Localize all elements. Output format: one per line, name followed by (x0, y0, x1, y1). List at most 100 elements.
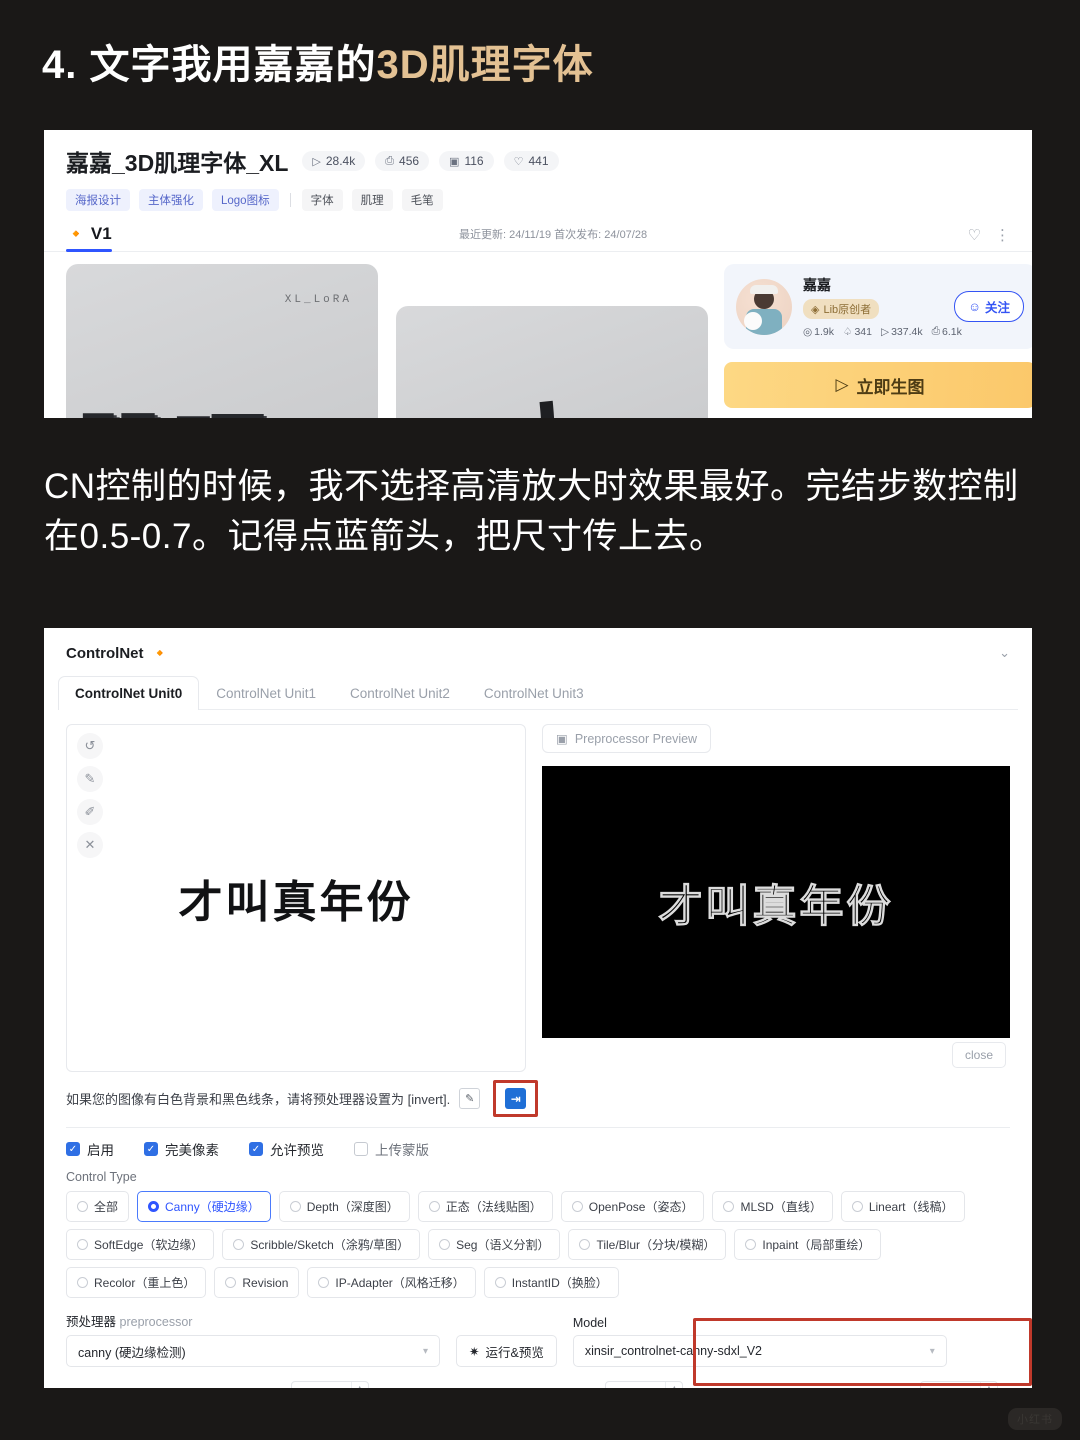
starting-step-label: 起始步数 Starting Control Step (381, 1385, 551, 1389)
control-type-mlsd[interactable]: MLSD（直线） (712, 1191, 833, 1222)
favorite-icon[interactable]: ♡ (968, 226, 981, 244)
starting-step-top: 起始步数 Starting Control Step 0 ▲▼ (381, 1381, 684, 1388)
control-type-openpose[interactable]: OpenPose（姿态） (560, 1191, 705, 1222)
author-badge-label: Lib原创者 (823, 304, 872, 316)
control-type-scribble[interactable]: Scribble/Sketch（涂鸦/草图） (222, 1229, 421, 1260)
tag-texture[interactable]: 肌理 (351, 189, 393, 211)
radio-icon (225, 1277, 237, 1288)
version-tab-v1[interactable]: 🔸 V1 (66, 224, 112, 252)
chevron-down-icon[interactable]: ⌄ (999, 645, 1010, 661)
control-type-tile-blur[interactable]: Tile/Blur（分块/模糊） (568, 1229, 727, 1260)
chevron-down-icon: ▾ (422, 1345, 428, 1357)
follow-button[interactable]: ☺ 关注 (954, 291, 1024, 322)
checkbox-enable-label: 启用 (87, 1143, 114, 1158)
run-preview-label: 运行&预览 (485, 1345, 544, 1360)
checkbox-enable[interactable]: ✓ 启用 (66, 1139, 114, 1159)
model-name: 嘉嘉_3D肌理字体_XL (66, 150, 289, 176)
preprocessor-select[interactable]: canny (硬边缘检测) ▾ (66, 1335, 440, 1367)
tab-controlnet-unit3[interactable]: ControlNet Unit3 (467, 676, 601, 710)
tag-subject-enhance[interactable]: 主体强化 (139, 189, 203, 211)
control-type-lineart-label: Lineart（线稿） (868, 1200, 954, 1214)
avatar-pet (744, 311, 762, 330)
author-stat-likes-value: 341 (854, 325, 872, 338)
avatar[interactable] (736, 278, 792, 335)
checkbox-allow-preview-label: 允许预览 (270, 1143, 324, 1158)
tab-controlnet-unit1[interactable]: ControlNet Unit1 (199, 676, 333, 710)
control-type-recolor[interactable]: Recolor（重上色） (66, 1267, 207, 1298)
run-preview-button[interactable]: ✷ 运行&预览 (456, 1335, 557, 1367)
tag-poster-design[interactable]: 海报设计 (66, 189, 130, 211)
control-weight-spinner[interactable]: ▲▼ (350, 1382, 368, 1388)
control-type-lineart[interactable]: Lineart（线稿） (840, 1191, 965, 1222)
control-type-depth[interactable]: Depth（深度图） (278, 1191, 410, 1222)
model-body: XL_LoRA 肌理 大 嘉嘉 ◈ Lib原创者 (44, 252, 1032, 418)
radio-icon (77, 1277, 88, 1288)
controlnet-header[interactable]: ControlNet 🔸 ⌄ (44, 628, 1032, 663)
stat-likes-value: 441 (528, 154, 549, 168)
undo-icon[interactable]: ↺ (77, 733, 103, 759)
control-type-inpaint[interactable]: Inpaint（局部重绘） (734, 1229, 882, 1260)
generate-button-label: 立即生图 (856, 377, 925, 397)
control-type-row-1: 全部 Canny（硬边缘） Depth（深度图） 正态（法线贴图） OpenPo… (66, 1191, 1010, 1222)
tab-controlnet-unit0[interactable]: ControlNet Unit0 (58, 676, 200, 710)
author-name: 嘉嘉 (803, 277, 831, 293)
control-type-softedge[interactable]: SoftEdge（软边缘） (66, 1229, 215, 1260)
ending-step-spinner[interactable]: ▲▼ (980, 1382, 997, 1388)
user-icon: ◎ (803, 325, 813, 338)
slider-row: 控制权重 Control Weight 1 ▲▼ 起始步数 Starting C… (44, 1367, 1032, 1388)
image-icon: ▣ (556, 732, 568, 746)
close-icon[interactable]: ✕ (77, 832, 103, 858)
preprocessor-label-en: preprocessor (119, 1315, 193, 1329)
more-options-icon[interactable]: ⋮ (995, 226, 1010, 244)
control-type-instantid[interactable]: InstantID（换脸） (483, 1267, 619, 1298)
preprocessor-preview-tab[interactable]: ▣ Preprocessor Preview (542, 724, 712, 753)
control-type-seg[interactable]: Seg（语义分割） (428, 1229, 561, 1260)
stat-likes: ♡ 441 (503, 151, 559, 171)
control-type-canny[interactable]: Canny（硬边缘） (137, 1191, 271, 1222)
control-type-ip-adapter-label: IP-Adapter（风格迁移） (335, 1276, 465, 1290)
gallery-card-2-glyphs: 大 (483, 359, 618, 418)
control-weight-input[interactable]: 1 ▲▼ (290, 1381, 369, 1388)
version-actions: ♡ ⋮ (968, 226, 1010, 251)
checkbox-upload-mask[interactable]: 上传蒙版 (354, 1139, 429, 1159)
model-field: Model xinsir_controlnet-canny-sdxl_V2 ▾ (572, 1316, 947, 1367)
eraser-icon[interactable]: ✐ (77, 799, 103, 825)
gallery-card-1-label: XL_LoRA (284, 294, 352, 306)
image-canvas[interactable]: ↺ ✎ ✐ ✕ 才叫真年份 (66, 724, 526, 1072)
download-icon: ⎙ (931, 325, 940, 337)
tag-logo-icon[interactable]: Logo图标 (212, 189, 279, 211)
model-label: Model (572, 1316, 607, 1330)
ending-step-input[interactable]: 1 ▲▼ (920, 1381, 999, 1388)
stat-images-value: 116 (464, 154, 484, 168)
checkbox-perfect-pixel[interactable]: ✓ 完美像素 (144, 1139, 219, 1159)
radio-icon (289, 1201, 301, 1212)
pencil-icon[interactable]: ✎ (77, 766, 103, 792)
gallery-card-1[interactable]: XL_LoRA 肌理 (66, 264, 378, 418)
starting-step-value: 0 (615, 1387, 622, 1388)
preprocessor-field: 预处理器 preprocessor canny (硬边缘检测) ▾ (66, 1311, 440, 1367)
author-card: 嘉嘉 ◈ Lib原创者 ◎ 1.9k ♤ 341 ▷ 337.4k ⎙ 6.1k… (724, 264, 1032, 349)
starting-step-input[interactable]: 0 ▲▼ (605, 1381, 684, 1388)
control-weight-label: 控制权重 Control Weight (66, 1385, 202, 1389)
preprocessor-model-row: 预处理器 preprocessor canny (硬边缘检测) ▾ ✷ 运行&预… (44, 1298, 1032, 1367)
control-type-revision[interactable]: Revision (214, 1267, 300, 1298)
control-type-all[interactable]: 全部 (66, 1191, 130, 1222)
upload-arrow-icon[interactable]: ⇥ (505, 1088, 527, 1109)
gallery-card-2[interactable]: 大 (396, 306, 708, 418)
starting-step-spinner[interactable]: ▲▼ (665, 1382, 682, 1388)
model-select[interactable]: xinsir_controlnet-canny-sdxl_V2 ▾ (572, 1335, 947, 1367)
tag-brush[interactable]: 毛笔 (401, 189, 443, 211)
control-type-ip-adapter[interactable]: IP-Adapter（风格迁移） (307, 1267, 476, 1298)
control-type-all-label: 全部 (94, 1200, 119, 1214)
user-plus-icon: ☺ (968, 299, 981, 314)
tag-font[interactable]: 字体 (301, 189, 343, 211)
control-type-normal[interactable]: 正态（法线贴图） (417, 1191, 553, 1222)
note-edit-icon[interactable]: ✎ (459, 1088, 481, 1109)
diamond-icon: ◈ (811, 303, 820, 316)
tab-controlnet-unit2[interactable]: ControlNet Unit2 (333, 676, 467, 710)
generate-button[interactable]: ▷ 立即生图 (724, 362, 1032, 408)
model-value: xinsir_controlnet-canny-sdxl_V2 (584, 1344, 762, 1358)
control-type-tile-blur-label: Tile/Blur（分块/模糊） (596, 1238, 716, 1252)
close-preview-button[interactable]: close (951, 1042, 1006, 1068)
checkbox-allow-preview[interactable]: ✓ 允许预览 (249, 1139, 324, 1159)
